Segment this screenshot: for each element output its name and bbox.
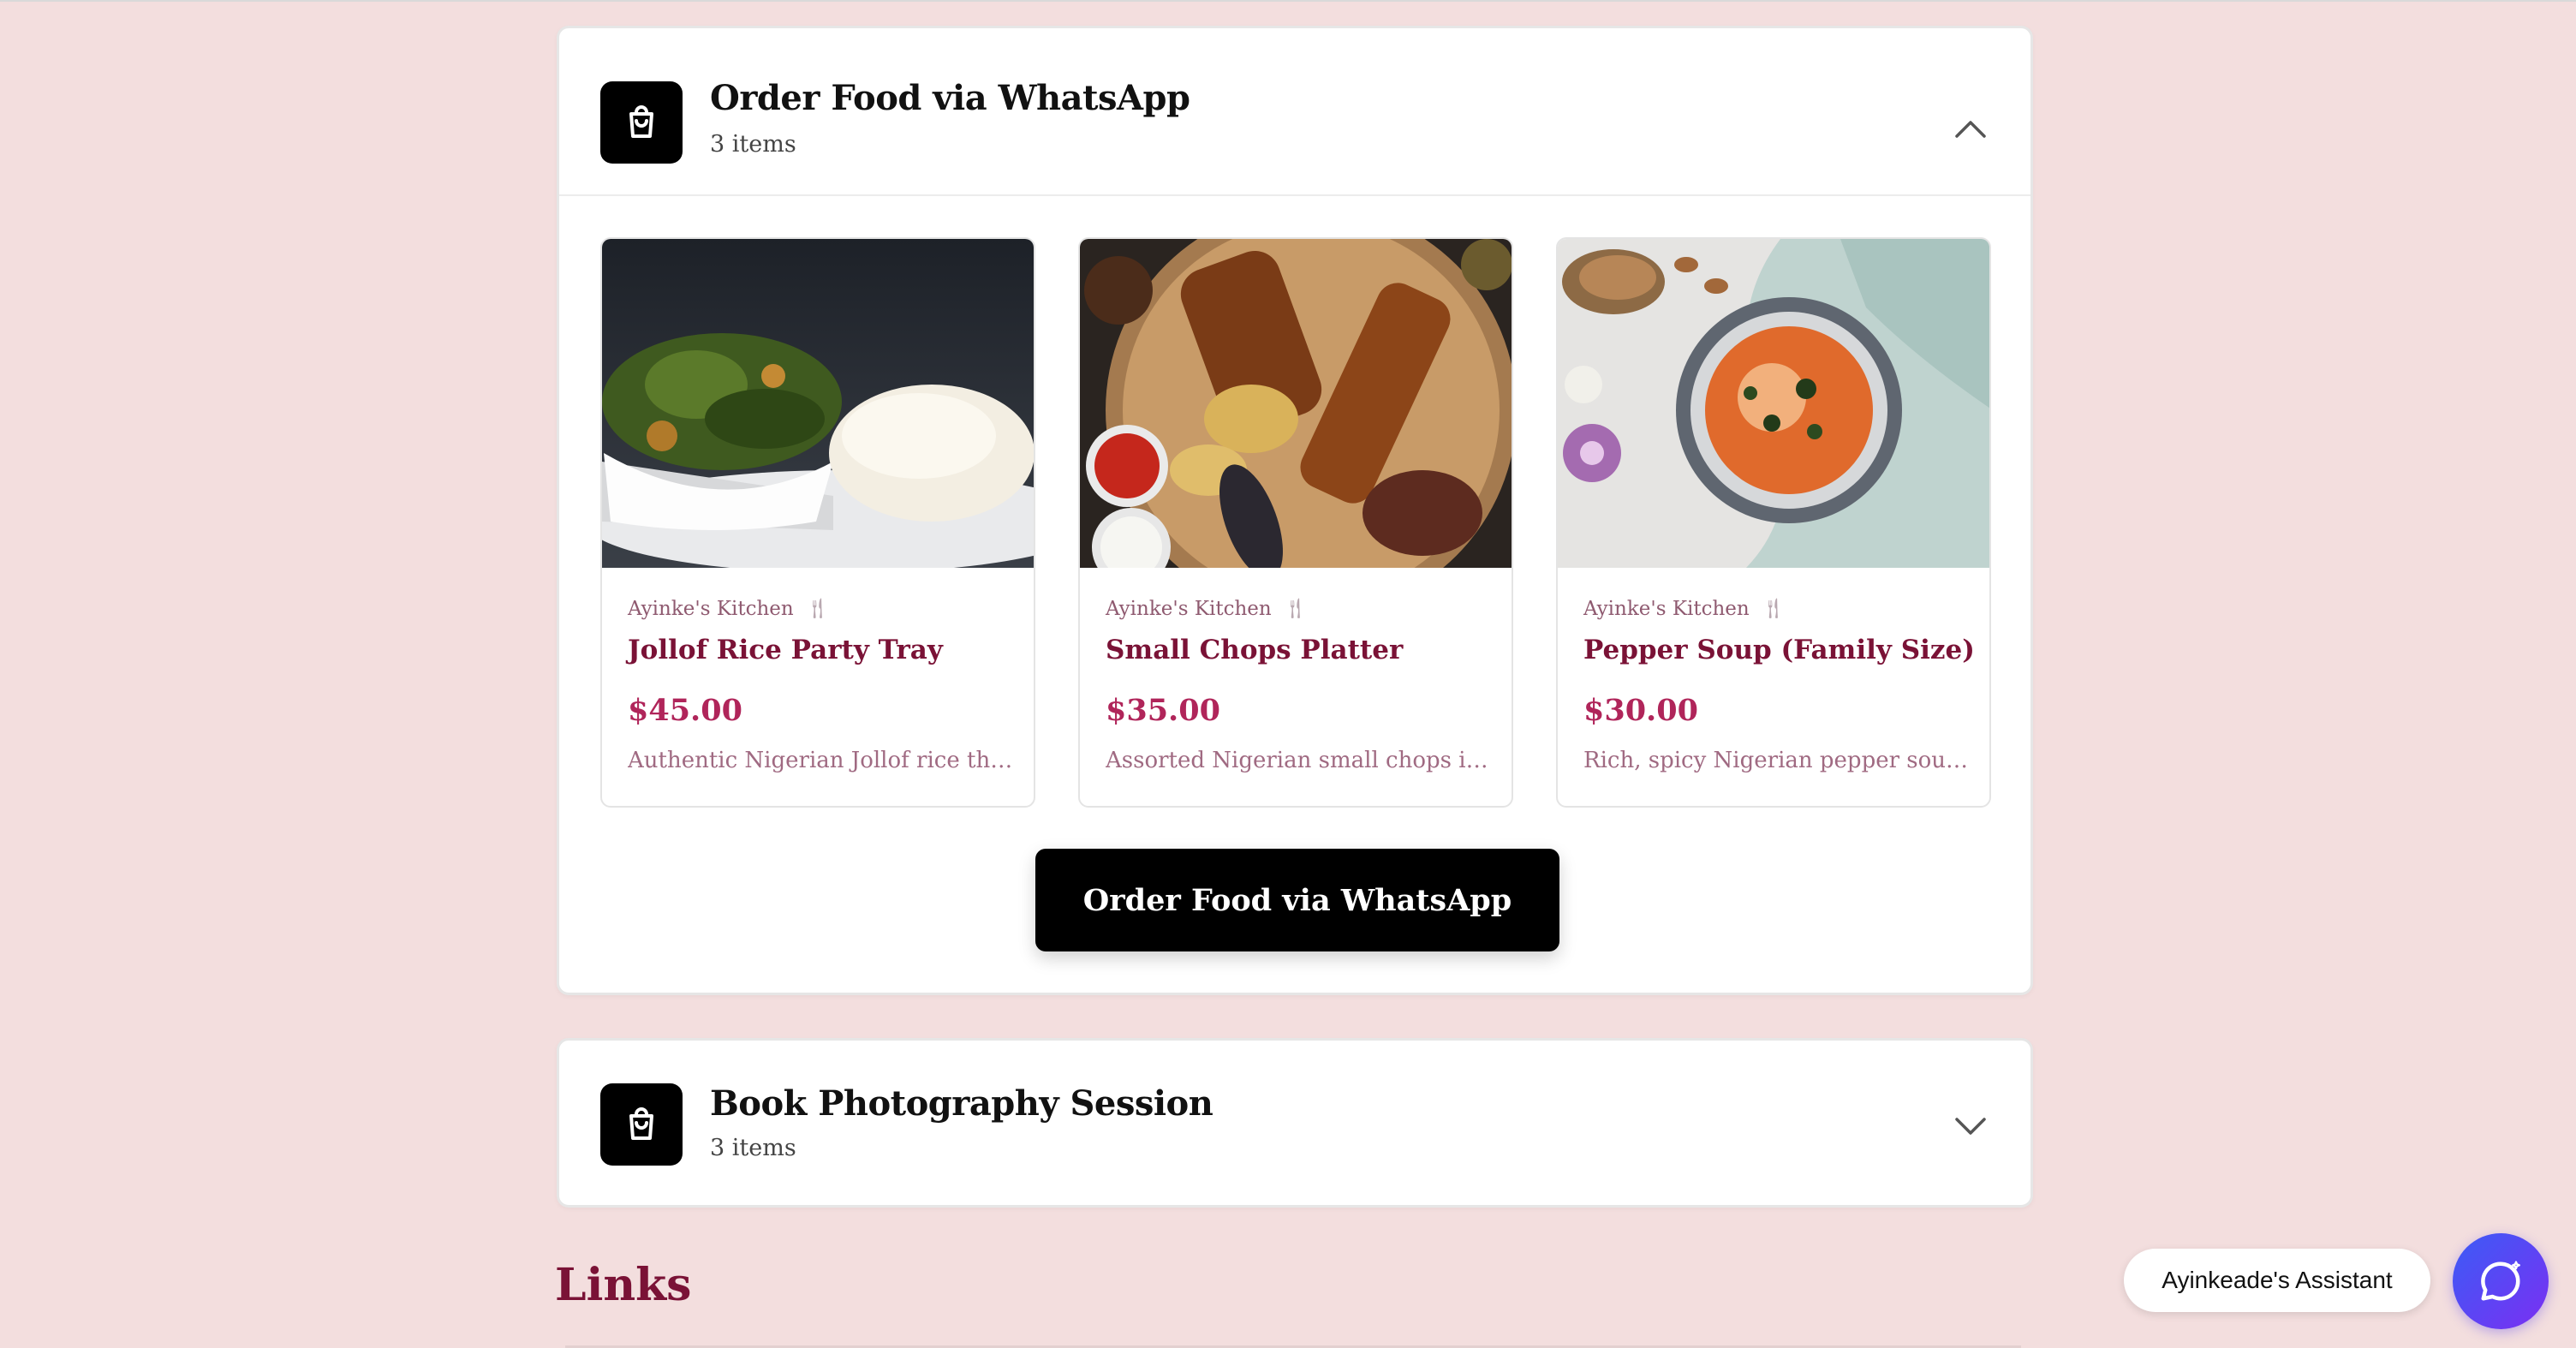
section-title: Book Photography Session <box>710 1083 1213 1124</box>
product-card[interactable]: Ayinke's Kitchen 🍴︎ Pepper Soup (Family … <box>1556 237 1991 808</box>
product-shop: Ayinke's Kitchen 🍴︎ <box>1583 598 1786 620</box>
product-description: Authentic Nigerian Jollof rice tha... <box>628 748 1013 773</box>
shopping-bag-icon <box>600 1083 683 1166</box>
utensils-icon: 🍴︎ <box>805 598 831 620</box>
product-card[interactable]: Ayinke's Kitchen 🍴︎ Jollof Rice Party Tr… <box>600 237 1035 808</box>
assistant-label[interactable]: Ayinkeade's Assistant <box>2124 1249 2430 1312</box>
links-heading: Links <box>555 1259 692 1311</box>
product-price: $35.00 <box>1106 693 1220 728</box>
product-grid: Ayinke's Kitchen 🍴︎ Jollof Rice Party Tr… <box>559 196 2030 951</box>
product-card[interactable]: Ayinke's Kitchen 🍴︎ Small Chops Platter … <box>1078 237 1513 808</box>
chat-assistant-button[interactable] <box>2453 1233 2549 1329</box>
product-name[interactable]: Small Chops Platter <box>1106 635 1403 665</box>
top-border <box>0 0 2576 2</box>
section-book-photography: Book Photography Session 3 items <box>557 1038 2033 1208</box>
product-price: $30.00 <box>1583 693 1698 728</box>
product-description: Rich, spicy Nigerian pepper soup... <box>1583 748 1969 773</box>
utensils-icon: 🍴︎ <box>1283 598 1309 620</box>
product-description: Assorted Nigerian small chops in... <box>1106 748 1491 773</box>
product-price: $45.00 <box>628 693 742 728</box>
product-image-pepper-soup <box>1558 239 1989 568</box>
shopping-bag-icon <box>600 81 683 164</box>
chevron-up-icon[interactable] <box>1952 116 1989 141</box>
product-image-jollof <box>602 239 1034 568</box>
order-food-whatsapp-button[interactable]: Order Food via WhatsApp <box>1035 849 1559 951</box>
section-header-book-photography[interactable]: Book Photography Session 3 items <box>559 1041 2030 1207</box>
product-name[interactable]: Jollof Rice Party Tray <box>628 635 943 665</box>
utensils-icon: 🍴︎ <box>1761 598 1786 620</box>
section-header-order-food[interactable]: Order Food via WhatsApp 3 items <box>559 28 2030 194</box>
section-order-food: Order Food via WhatsApp 3 items Ayinke's… <box>557 26 2033 995</box>
chevron-down-icon[interactable] <box>1952 1112 1989 1138</box>
chat-bubble-icon <box>2481 1261 2520 1301</box>
section-item-count: 3 items <box>710 1135 796 1161</box>
section-title: Order Food via WhatsApp <box>710 78 1190 118</box>
product-shop: Ayinke's Kitchen 🍴︎ <box>1106 598 1309 620</box>
section-item-count: 3 items <box>710 131 796 158</box>
product-image-small-chops <box>1080 239 1512 568</box>
product-shop: Ayinke's Kitchen 🍴︎ <box>628 598 831 620</box>
product-name[interactable]: Pepper Soup (Family Size) <box>1583 635 1975 665</box>
